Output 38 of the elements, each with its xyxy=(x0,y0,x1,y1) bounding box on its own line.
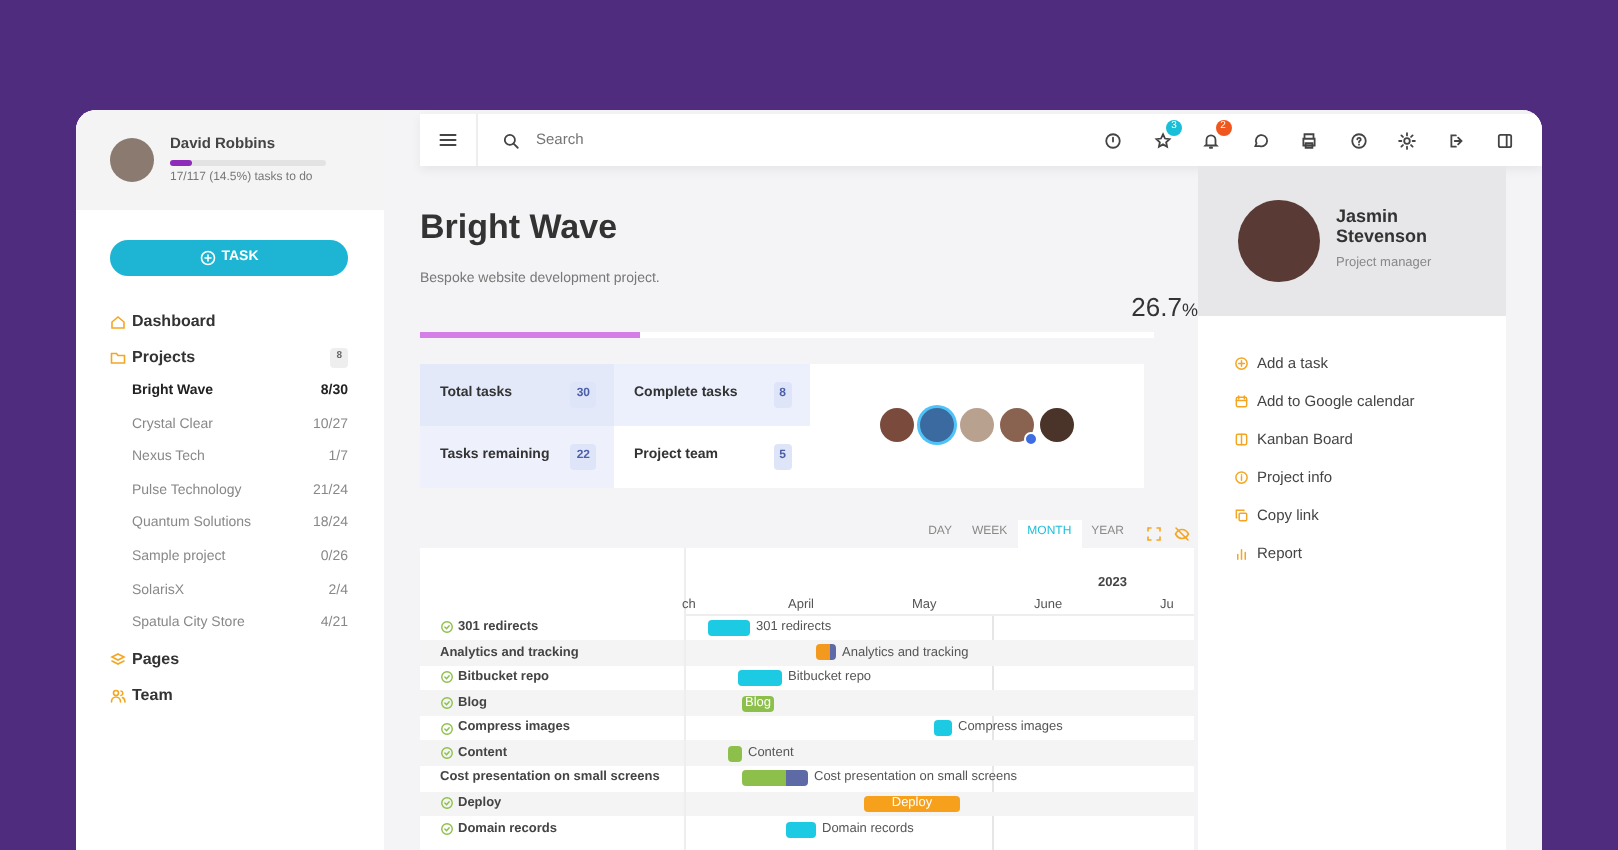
manager-name: Jasmin Stevenson xyxy=(1336,208,1430,249)
bell-icon[interactable] xyxy=(1202,131,1221,149)
search-icon xyxy=(502,131,520,149)
logout-icon[interactable] xyxy=(1447,131,1466,149)
sun-icon[interactable] xyxy=(1398,131,1417,149)
progress-percent: 26.7 xyxy=(1131,291,1182,321)
star-icon[interactable] xyxy=(1153,131,1172,149)
gantt-bar[interactable] xyxy=(816,644,836,661)
clock-icon[interactable] xyxy=(1104,131,1123,149)
plus-circle-icon xyxy=(199,250,216,266)
help-icon[interactable] xyxy=(1349,131,1368,149)
gantt-bar[interactable] xyxy=(742,770,808,787)
plus-circle-icon xyxy=(1234,355,1249,371)
nav-item[interactable]: Pages xyxy=(110,641,348,678)
menu-icon[interactable] xyxy=(438,130,458,150)
sidebar-panel-icon[interactable] xyxy=(1496,131,1515,149)
layers-icon xyxy=(110,651,126,668)
avatar-photo xyxy=(920,408,954,442)
project-title: Bright Wave xyxy=(420,210,620,244)
info-icon xyxy=(1234,469,1249,485)
printer-icon[interactable] xyxy=(1300,131,1319,149)
chat-icon[interactable] xyxy=(1251,131,1270,149)
avatar-photo xyxy=(960,408,994,442)
nav-item[interactable]: Dashboard xyxy=(110,304,348,340)
status-badge-icon xyxy=(1024,432,1038,446)
avatar-photo xyxy=(1238,200,1320,282)
calendar-icon xyxy=(1234,393,1249,409)
bar-chart-icon xyxy=(1234,545,1249,561)
percent-sign: % xyxy=(1181,299,1198,319)
columns-icon xyxy=(1234,431,1249,447)
people-icon xyxy=(110,687,126,704)
nav-item[interactable]: Team xyxy=(110,677,348,714)
avatar-photo xyxy=(1040,408,1074,442)
folder-icon xyxy=(110,350,126,366)
copy-icon xyxy=(1234,507,1249,523)
home-icon xyxy=(110,314,126,330)
avatar-photo xyxy=(110,138,154,182)
avatar-photo xyxy=(880,408,914,442)
